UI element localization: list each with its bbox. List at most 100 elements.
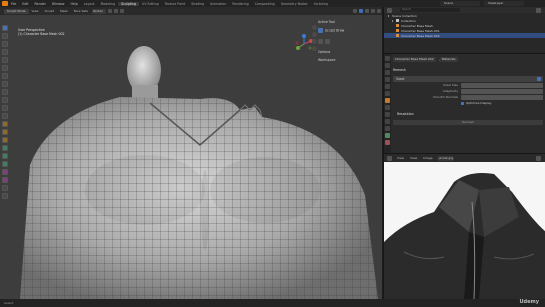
inflate-icon[interactable] — [2, 65, 8, 71]
adaptivity-field[interactable] — [461, 88, 543, 94]
grab-icon[interactable] — [2, 129, 8, 135]
draw-sharp-icon[interactable] — [2, 33, 8, 39]
tab-modeling[interactable]: Modeling — [98, 2, 119, 6]
editor-type-icon[interactable] — [387, 155, 392, 161]
tab-animation[interactable]: Animation — [207, 2, 229, 6]
material-tab-icon[interactable] — [385, 140, 390, 145]
menu-window[interactable]: Window — [49, 2, 68, 6]
physics-tab-icon[interactable] — [385, 119, 390, 124]
active-tool-header[interactable]: Active Tool — [318, 20, 378, 24]
crease-icon[interactable] — [2, 81, 8, 87]
image-selector[interactable]: jacket.jpg — [437, 155, 454, 161]
perspective-icon[interactable] — [312, 46, 317, 51]
particles-tab-icon[interactable] — [385, 112, 390, 117]
render-tab-icon[interactable] — [385, 63, 390, 68]
scene-tab-icon[interactable] — [385, 84, 390, 89]
menu-face-sets[interactable]: Face Sets — [71, 9, 91, 13]
snake-hook-icon[interactable] — [2, 137, 8, 143]
shading-material-icon[interactable] — [371, 9, 375, 13]
3d-viewport[interactable]: User Perspective (1) Character Base Mesh… — [0, 15, 382, 299]
voxel-size-field[interactable] — [461, 82, 543, 88]
tool-option-icon[interactable] — [318, 39, 323, 44]
tab-compositing[interactable]: Compositing — [252, 2, 278, 6]
tab-rendering[interactable]: Rendering — [229, 2, 251, 6]
menu-file[interactable]: File — [8, 2, 19, 6]
tab-shading[interactable]: Shading — [188, 2, 207, 6]
voxel-mode-icon[interactable] — [537, 77, 541, 81]
symmetry-x-icon[interactable] — [107, 9, 112, 13]
object-name[interactable]: Character Base Mesh.002 — [393, 57, 436, 62]
smooth-normals-field[interactable] — [461, 94, 543, 100]
rotate-icon[interactable] — [2, 169, 8, 175]
section-remesh[interactable]: Remesh — [393, 68, 543, 73]
view-layer-selector[interactable]: ViewLayer — [484, 1, 524, 6]
menu-image[interactable]: Image — [420, 156, 435, 160]
menu-help[interactable]: Help — [67, 2, 80, 6]
symmetry-y-icon[interactable] — [113, 9, 118, 13]
mode-selector[interactable]: Sculpt Mode — [4, 8, 29, 14]
tool-tab-icon[interactable] — [385, 56, 390, 61]
object-tab-icon[interactable] — [385, 98, 390, 103]
menu-view2[interactable]: View — [407, 156, 420, 160]
menu-view[interactable]: View — [394, 156, 407, 160]
xray-icon[interactable] — [359, 9, 363, 13]
shading-rendered-icon[interactable] — [377, 9, 381, 13]
nudge-icon[interactable] — [2, 161, 8, 167]
overlay-icon[interactable] — [353, 9, 357, 13]
display-mode-icon[interactable] — [387, 7, 392, 13]
image-canvas[interactable] — [384, 162, 545, 299]
shading-solid-icon[interactable] — [365, 9, 369, 13]
world-tab-icon[interactable] — [385, 91, 390, 96]
flatten-icon[interactable] — [2, 97, 8, 103]
tab-geometry-nodes[interactable]: Geometry Nodes — [278, 2, 311, 6]
remesh-button[interactable]: Remesh — [393, 120, 543, 125]
annotate-icon[interactable] — [2, 193, 8, 199]
tab-sculpting[interactable]: Sculpting — [118, 1, 139, 6]
menu-view[interactable]: View — [29, 9, 42, 13]
clay-strips-icon[interactable] — [2, 49, 8, 55]
scrape-icon[interactable] — [2, 113, 8, 119]
symmetry-z-icon[interactable] — [119, 9, 124, 13]
menu-mask[interactable]: Mask — [57, 9, 71, 13]
outliner-search[interactable]: Search — [400, 8, 460, 12]
zoom-icon[interactable] — [312, 25, 317, 30]
menu-render[interactable]: Render — [32, 2, 49, 6]
section-resolution[interactable]: Resolution — [393, 112, 543, 117]
fill-icon[interactable] — [2, 105, 8, 111]
tab-uv-editing[interactable]: UV Editing — [139, 2, 162, 6]
data-tab-icon[interactable] — [385, 133, 390, 138]
tool-brush-icon[interactable] — [318, 28, 323, 33]
box-mask-icon[interactable] — [2, 185, 8, 191]
tab-texture-paint[interactable]: Texture Paint — [162, 2, 189, 6]
pinch-icon[interactable] — [2, 121, 8, 127]
output-tab-icon[interactable] — [385, 70, 390, 75]
camera-icon[interactable] — [312, 39, 317, 44]
constraints-tab-icon[interactable] — [385, 126, 390, 131]
pin-icon[interactable] — [536, 155, 541, 161]
list-item[interactable]: Character Base Mesh.002 — [384, 33, 545, 38]
mask-icon[interactable] — [2, 177, 8, 183]
clay-icon[interactable] — [2, 41, 8, 47]
pan-icon[interactable] — [312, 32, 317, 37]
brush-dropdown[interactable]: Global — [91, 8, 106, 14]
properties-tabs — [384, 54, 391, 154]
pose-icon[interactable] — [2, 153, 8, 159]
data-name-field[interactable]: Materials — [439, 57, 458, 62]
workspace-header[interactable]: Workspace — [318, 58, 378, 62]
tool-option2-icon[interactable] — [325, 39, 330, 44]
menu-edit[interactable]: Edit — [19, 2, 31, 6]
options-header[interactable]: Options — [318, 50, 378, 54]
smooth-icon[interactable] — [2, 89, 8, 95]
filter-icon[interactable] — [536, 7, 541, 13]
menu-sculpt[interactable]: Sculpt — [42, 9, 57, 13]
layer-icon[interactable] — [2, 57, 8, 63]
optimize-display-checkbox[interactable] — [461, 101, 464, 105]
tab-layout[interactable]: Layout — [81, 2, 98, 6]
blob-icon[interactable] — [2, 73, 8, 79]
draw-brush-icon[interactable] — [2, 25, 8, 31]
scene-selector[interactable]: Scene — [440, 1, 480, 6]
tab-scripting[interactable]: Scripting — [311, 2, 331, 6]
view-layer-tab-icon[interactable] — [385, 77, 390, 82]
modifier-tab-icon[interactable] — [385, 105, 390, 110]
thumb-icon[interactable] — [2, 145, 8, 151]
